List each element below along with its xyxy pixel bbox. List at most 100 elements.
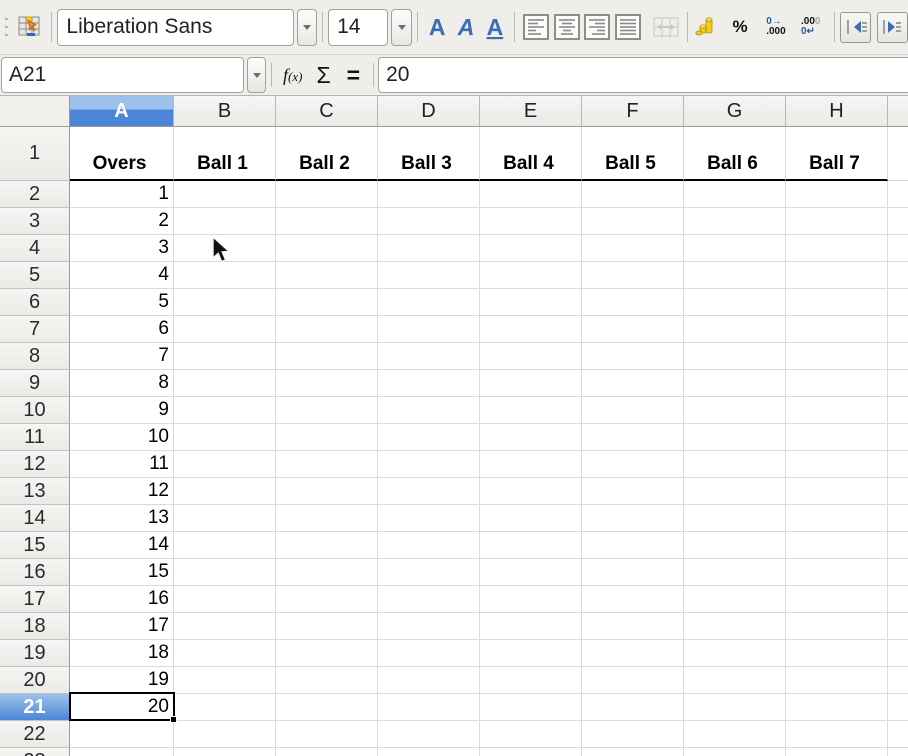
cell-E20[interactable] <box>480 667 582 694</box>
cell-C19[interactable] <box>276 640 378 667</box>
cell-B3[interactable] <box>174 208 276 235</box>
cell-H4[interactable] <box>786 235 888 262</box>
cell-F8[interactable] <box>582 343 684 370</box>
cell-D22[interactable] <box>378 721 480 748</box>
cell-E1[interactable]: Ball 4 <box>480 127 582 181</box>
row-header-7[interactable]: 7 <box>0 316 70 343</box>
cell-A14[interactable]: 13 <box>70 505 174 532</box>
cell-G13[interactable] <box>684 478 786 505</box>
column-header-partial[interactable] <box>888 96 908 127</box>
cell-I5[interactable] <box>888 262 908 289</box>
cell-C11[interactable] <box>276 424 378 451</box>
column-header-A[interactable]: A <box>70 96 174 127</box>
select-all-corner[interactable] <box>0 96 70 127</box>
cell-E19[interactable] <box>480 640 582 667</box>
row-header-11[interactable]: 11 <box>0 424 70 451</box>
row-header-21[interactable]: 21 <box>0 694 70 721</box>
cell-G12[interactable] <box>684 451 786 478</box>
decrease-indent-button[interactable] <box>840 12 871 43</box>
cell-I17[interactable] <box>888 586 908 613</box>
row-header-5[interactable]: 5 <box>0 262 70 289</box>
cell-I4[interactable] <box>888 235 908 262</box>
cell-H20[interactable] <box>786 667 888 694</box>
cell-G17[interactable] <box>684 586 786 613</box>
merge-cells-button[interactable] <box>652 11 681 43</box>
cell-I19[interactable] <box>888 640 908 667</box>
cell-H1[interactable]: Ball 7 <box>786 127 888 181</box>
cell-I8[interactable] <box>888 343 908 370</box>
cell-B4[interactable] <box>174 235 276 262</box>
cell-A7[interactable]: 6 <box>70 316 174 343</box>
cell-H13[interactable] <box>786 478 888 505</box>
cell-A15[interactable]: 14 <box>70 532 174 559</box>
cell-D20[interactable] <box>378 667 480 694</box>
cell-E2[interactable] <box>480 181 582 208</box>
cell-C12[interactable] <box>276 451 378 478</box>
row-header-9[interactable]: 9 <box>0 370 70 397</box>
cell-C20[interactable] <box>276 667 378 694</box>
cell-E6[interactable] <box>480 289 582 316</box>
cell-F22[interactable] <box>582 721 684 748</box>
cell-H19[interactable] <box>786 640 888 667</box>
cell-G22[interactable] <box>684 721 786 748</box>
cell-A10[interactable]: 9 <box>70 397 174 424</box>
row-header-13[interactable]: 13 <box>0 478 70 505</box>
cell-H5[interactable] <box>786 262 888 289</box>
increase-indent-button[interactable] <box>877 12 908 43</box>
cell-I11[interactable] <box>888 424 908 451</box>
cell-G23[interactable] <box>684 748 786 756</box>
cell-C1[interactable]: Ball 2 <box>276 127 378 181</box>
cell-B9[interactable] <box>174 370 276 397</box>
cell-B8[interactable] <box>174 343 276 370</box>
cell-H9[interactable] <box>786 370 888 397</box>
cell-H21[interactable] <box>786 694 888 721</box>
cell-D10[interactable] <box>378 397 480 424</box>
cell-F17[interactable] <box>582 586 684 613</box>
cell-D7[interactable] <box>378 316 480 343</box>
cell-E21[interactable] <box>480 694 582 721</box>
cell-A21[interactable]: 20 <box>70 694 174 721</box>
cell-G21[interactable] <box>684 694 786 721</box>
cell-H23[interactable] <box>786 748 888 756</box>
cell-D13[interactable] <box>378 478 480 505</box>
cell-F10[interactable] <box>582 397 684 424</box>
cell-C22[interactable] <box>276 721 378 748</box>
cell-F21[interactable] <box>582 694 684 721</box>
formula-input-line[interactable]: 20 <box>378 57 908 93</box>
cell-G16[interactable] <box>684 559 786 586</box>
cell-A4[interactable]: 3 <box>70 235 174 262</box>
align-right-button[interactable] <box>583 11 612 43</box>
cell-A18[interactable]: 17 <box>70 613 174 640</box>
cell-E11[interactable] <box>480 424 582 451</box>
cell-C13[interactable] <box>276 478 378 505</box>
cell-G19[interactable] <box>684 640 786 667</box>
cell-E14[interactable] <box>480 505 582 532</box>
cell-C6[interactable] <box>276 289 378 316</box>
cell-H11[interactable] <box>786 424 888 451</box>
cell-F2[interactable] <box>582 181 684 208</box>
cell-H16[interactable] <box>786 559 888 586</box>
cell-A5[interactable]: 4 <box>70 262 174 289</box>
underline-button[interactable]: A <box>480 14 509 41</box>
cell-A12[interactable]: 11 <box>70 451 174 478</box>
cell-E22[interactable] <box>480 721 582 748</box>
cell-H7[interactable] <box>786 316 888 343</box>
cell-C8[interactable] <box>276 343 378 370</box>
row-header-10[interactable]: 10 <box>0 397 70 424</box>
cell-D9[interactable] <box>378 370 480 397</box>
cell-E7[interactable] <box>480 316 582 343</box>
cell-I20[interactable] <box>888 667 908 694</box>
cell-F18[interactable] <box>582 613 684 640</box>
cell-I1[interactable] <box>888 127 908 181</box>
column-header-F[interactable]: F <box>582 96 684 127</box>
cell-C10[interactable] <box>276 397 378 424</box>
cell-A2[interactable]: 1 <box>70 181 174 208</box>
row-header-15[interactable]: 15 <box>0 532 70 559</box>
cell-D19[interactable] <box>378 640 480 667</box>
cell-B11[interactable] <box>174 424 276 451</box>
bold-button[interactable]: A <box>423 14 452 41</box>
cell-C7[interactable] <box>276 316 378 343</box>
cell-F19[interactable] <box>582 640 684 667</box>
cell-D6[interactable] <box>378 289 480 316</box>
function-wizard-button[interactable]: f(x) <box>283 65 302 86</box>
